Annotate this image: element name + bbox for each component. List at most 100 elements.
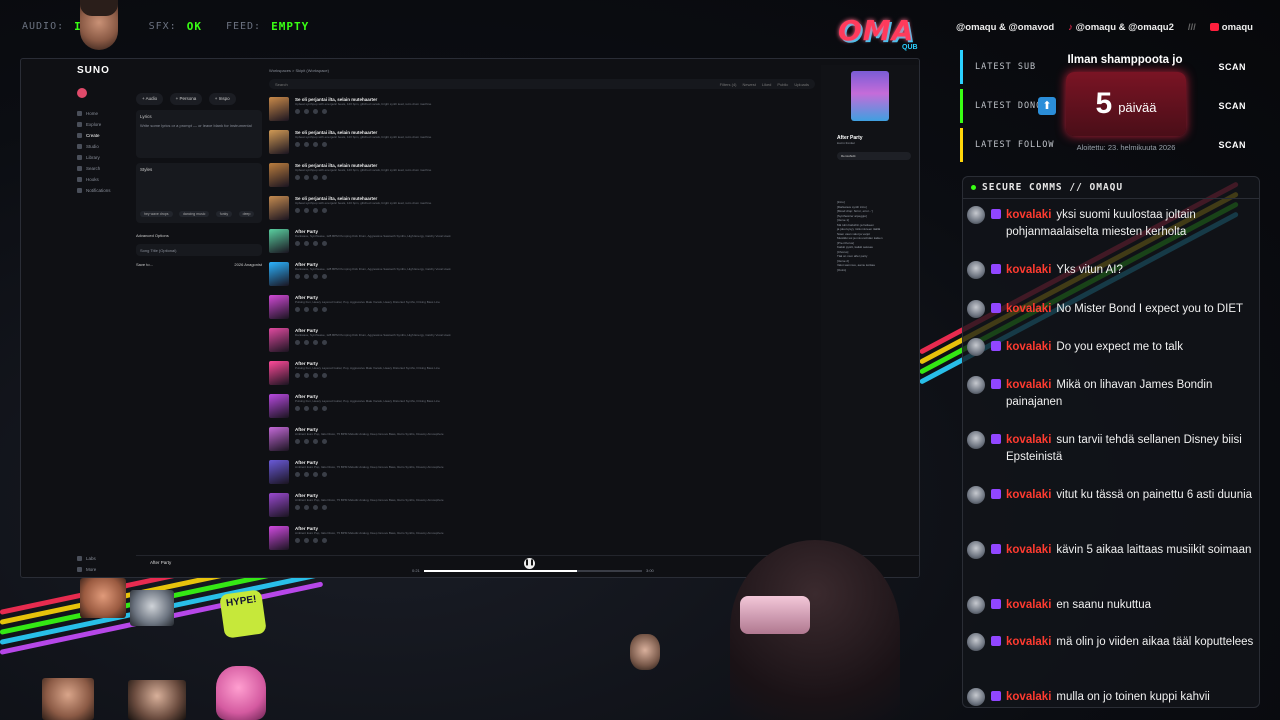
like-icon[interactable]: [295, 307, 300, 312]
dislike-icon[interactable]: [304, 175, 309, 180]
chat-nick[interactable]: kovalaki: [1006, 209, 1051, 221]
like-icon[interactable]: [295, 538, 300, 543]
more-icon[interactable]: [322, 439, 327, 444]
sort-button[interactable]: Newest: [743, 82, 756, 87]
song-row[interactable]: Se oli perjantai ilta, selain mutehaarte…: [269, 128, 815, 161]
share-icon[interactable]: [313, 109, 318, 114]
dislike-icon[interactable]: [304, 505, 309, 510]
more-icon[interactable]: [322, 472, 327, 477]
nav-item-hooks[interactable]: Hooks: [77, 174, 135, 185]
nav-item-explore[interactable]: Explore: [77, 119, 135, 130]
like-icon[interactable]: [295, 175, 300, 180]
chat-nick[interactable]: kovalaki: [1006, 489, 1051, 501]
more-icon[interactable]: [322, 175, 327, 180]
style-chip[interactable]: dancing music: [178, 211, 210, 217]
like-icon[interactable]: [295, 241, 300, 246]
chat-nick[interactable]: kovalaki: [1006, 264, 1051, 276]
more-icon[interactable]: [322, 142, 327, 147]
song-thumbnail[interactable]: [269, 361, 289, 385]
more-icon[interactable]: [322, 109, 327, 114]
nav-labs[interactable]: Labs: [77, 553, 96, 564]
like-icon[interactable]: [295, 340, 300, 345]
progress-bar[interactable]: [424, 570, 642, 572]
song-thumbnail[interactable]: [269, 460, 289, 484]
dislike-icon[interactable]: [304, 109, 309, 114]
song-row[interactable]: After Party Darkwave, Synthwave, 128 BPM …: [269, 227, 815, 260]
add-persona-button[interactable]: + Persona: [169, 93, 203, 105]
chat-nick[interactable]: kovalaki: [1006, 691, 1051, 703]
dislike-icon[interactable]: [304, 307, 309, 312]
dislike-icon[interactable]: [304, 439, 309, 444]
workspace-select[interactable]: 2026 Anagonist: [234, 262, 262, 268]
share-icon[interactable]: [313, 175, 318, 180]
add-inspo-button[interactable]: + Inspo: [208, 93, 236, 105]
nav-more[interactable]: More: [77, 564, 96, 575]
like-icon[interactable]: [295, 109, 300, 114]
chat-nick[interactable]: kovalaki: [1006, 379, 1051, 391]
song-thumbnail[interactable]: [269, 262, 289, 286]
more-icon[interactable]: [322, 208, 327, 213]
song-row[interactable]: After Party Pulsing Fun, Heavy Layered Gu…: [269, 359, 815, 392]
like-icon[interactable]: [295, 439, 300, 444]
share-icon[interactable]: [313, 505, 318, 510]
share-icon[interactable]: [313, 208, 318, 213]
song-row[interactable]: After Party Ambient Euro Pop, Italo Disco…: [269, 491, 815, 524]
song-row[interactable]: After Party Darkwave, Synthwave, 128 BPM …: [269, 326, 815, 359]
more-icon[interactable]: [322, 538, 327, 543]
song-thumbnail[interactable]: [269, 394, 289, 418]
more-icon[interactable]: [322, 505, 327, 510]
song-thumbnail[interactable]: [269, 427, 289, 451]
detail-author[interactable]: lost in frontier: [837, 141, 919, 146]
song-row[interactable]: After Party Pulsing Fun, Heavy Layered Gu…: [269, 293, 815, 326]
share-icon[interactable]: [313, 340, 318, 345]
song-thumbnail[interactable]: [269, 196, 289, 220]
lyrics-box[interactable]: Lyrics Write some lyrics or a prompt — o…: [136, 110, 262, 158]
share-icon[interactable]: [313, 307, 318, 312]
song-row[interactable]: Se oli perjantai ilta, selain mutehaarte…: [269, 161, 815, 194]
dislike-icon[interactable]: [304, 340, 309, 345]
pause-button[interactable]: ❚❚: [524, 558, 535, 569]
chat-nick[interactable]: kovalaki: [1006, 303, 1051, 315]
search-input[interactable]: Search Filters (4) Newest Liked Public U…: [269, 79, 815, 89]
song-thumbnail[interactable]: [269, 130, 289, 154]
nav-item-home[interactable]: Home: [77, 108, 135, 119]
nav-item-studio[interactable]: Studio: [77, 141, 135, 152]
more-icon[interactable]: [322, 307, 327, 312]
song-thumbnail[interactable]: [269, 526, 289, 550]
remix-edit-button[interactable]: Remix/Edit: [837, 151, 911, 160]
advanced-options[interactable]: Advanced Options: [136, 233, 262, 239]
song-thumbnail[interactable]: [269, 163, 289, 187]
dislike-icon[interactable]: [304, 241, 309, 246]
dislike-icon[interactable]: [304, 208, 309, 213]
share-icon[interactable]: [313, 142, 318, 147]
more-icon[interactable]: [322, 373, 327, 378]
uploads-filter[interactable]: Uploads: [794, 82, 809, 87]
style-chip[interactable]: funky: [215, 211, 233, 217]
add-audio-button[interactable]: + Audio: [136, 93, 164, 105]
more-icon[interactable]: [322, 274, 327, 279]
song-row[interactable]: Se oli perjantai ilta, selain mutehaarte…: [269, 194, 815, 227]
song-thumbnail[interactable]: [269, 295, 289, 319]
dislike-icon[interactable]: [304, 406, 309, 411]
nav-item-library[interactable]: Library: [77, 152, 135, 163]
like-icon[interactable]: [295, 406, 300, 411]
save-to-button[interactable]: Save to...: [136, 262, 153, 268]
style-chip[interactable]: deep: [238, 211, 255, 217]
share-icon[interactable]: [313, 406, 318, 411]
like-icon[interactable]: [295, 472, 300, 477]
song-thumbnail[interactable]: [269, 229, 289, 253]
song-title-input[interactable]: Song Title (Optional): [136, 244, 262, 256]
suno-brand[interactable]: SUNO: [77, 65, 135, 76]
user-profile[interactable]: [77, 88, 135, 98]
chat-nick[interactable]: kovalaki: [1006, 636, 1051, 648]
chat-nick[interactable]: kovalaki: [1006, 434, 1051, 446]
share-icon[interactable]: [313, 472, 318, 477]
styles-box[interactable]: Styles hey wave drops dancing music funk…: [136, 163, 262, 223]
song-thumbnail[interactable]: [269, 493, 289, 517]
song-thumbnail[interactable]: [269, 328, 289, 352]
song-thumbnail[interactable]: [269, 97, 289, 121]
like-icon[interactable]: [295, 208, 300, 213]
chat-nick[interactable]: kovalaki: [1006, 341, 1051, 353]
dislike-icon[interactable]: [304, 373, 309, 378]
like-icon[interactable]: [295, 274, 300, 279]
